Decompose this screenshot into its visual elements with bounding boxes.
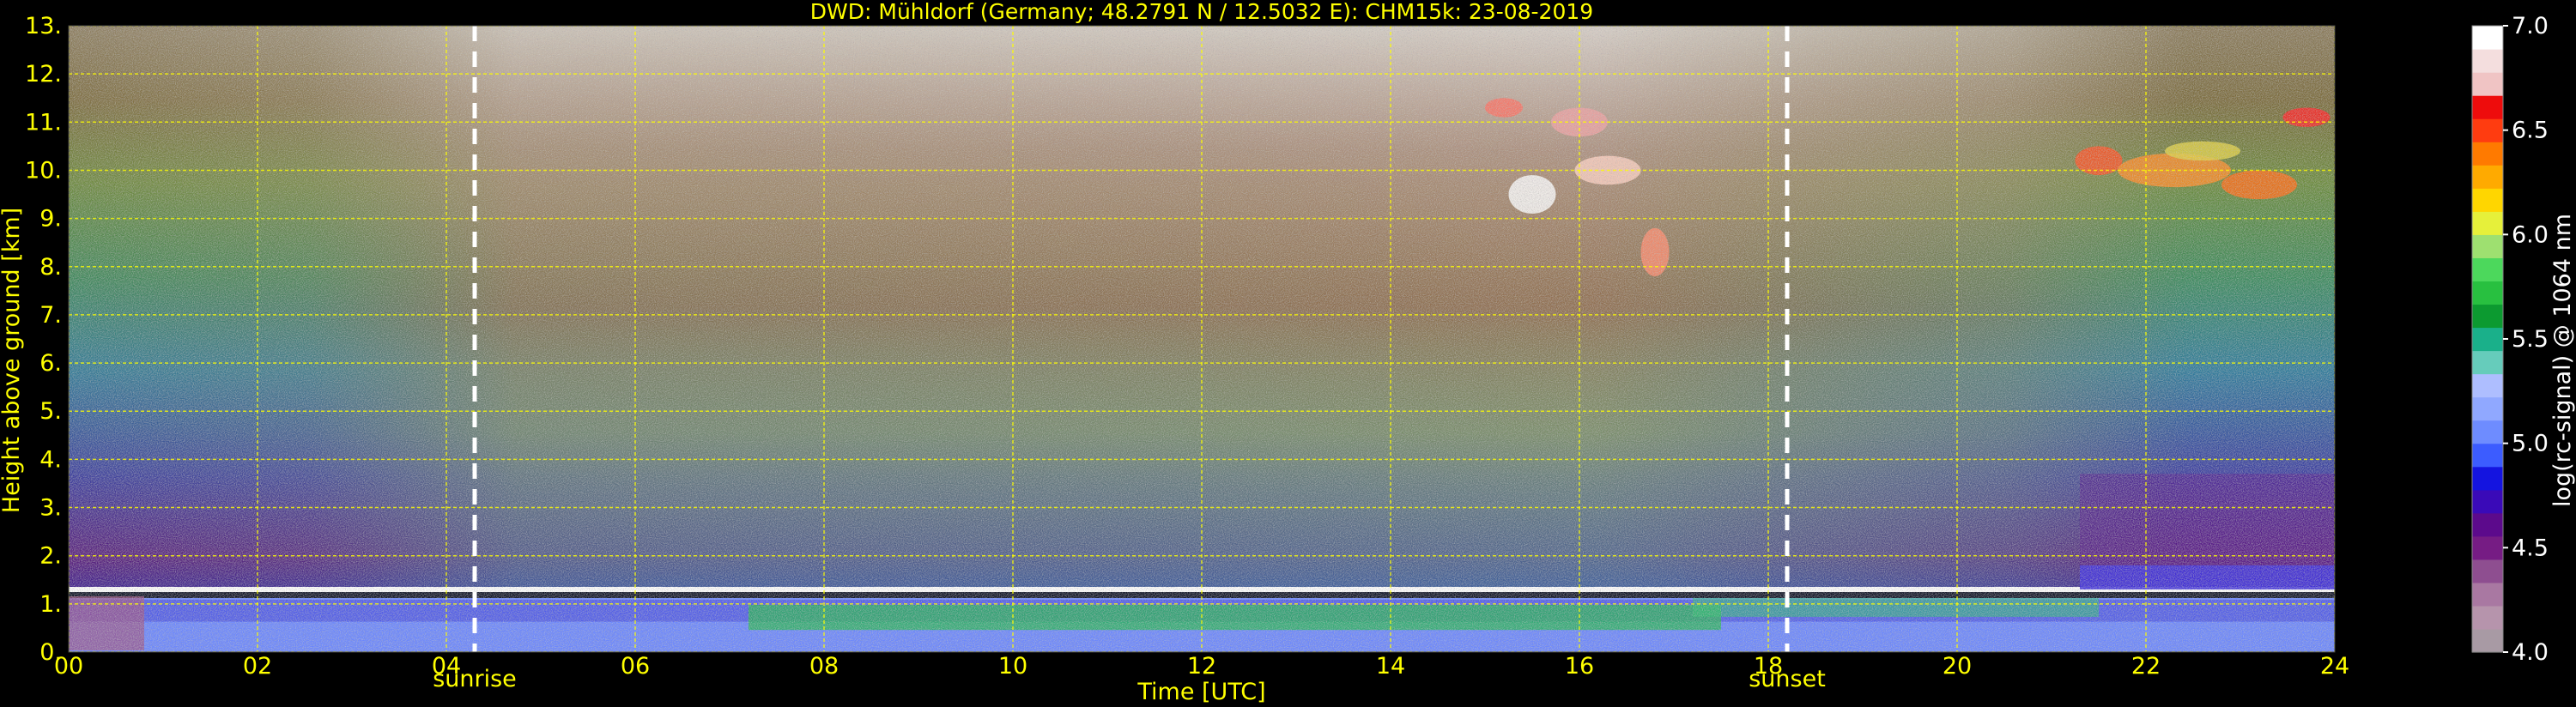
x-tick-label: 06 (621, 653, 650, 680)
y-tick-label: 1. (39, 591, 62, 618)
y-tick-label: 13. (25, 13, 62, 39)
colorbar-segment (2472, 350, 2503, 375)
y-tick-labels: 0. 1. 2. 3. 4. 5. 6. 7. 8. 9. 10. 11. 12. 13. (25, 13, 62, 666)
colorbar-segment (2472, 327, 2503, 352)
colorbar-tick-label: 5.0 (2512, 431, 2549, 457)
colorbar-segment (2472, 559, 2503, 583)
chart-title: DWD: Mühldorf (Germany; 48.2791 N / 12.5… (810, 0, 1593, 24)
colorbar-tick-label: 7.0 (2512, 13, 2549, 39)
y-tick-label: 0. (39, 639, 62, 666)
lidar-figure: 00 02 04 06 08 10 12 14 16 18 20 22 24 0.1.2.3.4.5.6… (0, 0, 2576, 705)
y-tick-label: 4. (39, 446, 62, 473)
colorbar-segment (2472, 628, 2503, 653)
colorbar-segment (2472, 420, 2503, 444)
colorbar-tick-label: 4.5 (2512, 535, 2549, 561)
y-tick-label: 7. (39, 302, 62, 329)
colorbar-segment (2472, 49, 2503, 73)
colorbar-tick-label: 4.0 (2512, 639, 2549, 666)
colorbar-tick-label: 6.5 (2512, 118, 2549, 144)
colorbar-segment (2472, 582, 2503, 607)
y-tick-label: 3. (39, 495, 62, 522)
colorbar-label: log(rc-signal) @ 1064 nm (2549, 214, 2576, 507)
y-tick-label: 12. (25, 61, 62, 88)
colorbar-segment (2472, 512, 2503, 537)
event-label-sunrise: sunrise (433, 666, 517, 692)
colorbar-segment (2472, 466, 2503, 491)
colorbar-segment (2472, 281, 2503, 305)
y-tick-label: 8. (39, 254, 62, 281)
x-tick-label: 12 (1187, 653, 1216, 680)
colorbar-segment (2472, 304, 2503, 329)
colorbar-segment (2472, 26, 2503, 50)
y-tick-label: 11. (25, 109, 62, 136)
plot-area (69, 26, 2335, 652)
x-tick-label: 20 (1943, 653, 1972, 680)
y-axis-label: Height above ground [km] (0, 208, 25, 513)
y-tick-label: 5. (39, 398, 62, 425)
colorbar-segment (2472, 72, 2503, 96)
x-tick-label: 16 (1565, 653, 1594, 680)
colorbar-segment (2472, 443, 2503, 468)
colorbar-tick-label: 6.0 (2512, 221, 2549, 248)
x-tick-label: 10 (998, 653, 1027, 680)
colorbar-segment (2472, 188, 2503, 212)
colorbar-segment (2472, 165, 2503, 189)
x-axis-label: Time [UTC] (1136, 679, 1265, 705)
colorbar-segment (2472, 605, 2503, 630)
colorbar-tick-labels: 4.0 4.5 5.0 5.5 6.0 6.5 7.0 (2503, 13, 2549, 666)
colorbar-segment (2472, 211, 2503, 235)
x-tick-label: 08 (809, 653, 839, 680)
x-tick-label: 02 (243, 653, 272, 680)
colorbar-segment (2472, 489, 2503, 514)
x-tick-label: 22 (2131, 653, 2161, 680)
y-tick-label: 10. (25, 157, 62, 184)
x-tick-label: 24 (2320, 653, 2349, 680)
colorbar-segment (2472, 234, 2503, 258)
colorbar-segment (2472, 373, 2503, 398)
y-tick-label: 2. (39, 543, 62, 570)
y-tick-label: 6. (39, 350, 62, 377)
colorbar-tick-label: 5.5 (2512, 326, 2549, 353)
y-tick-label: 9. (39, 206, 62, 233)
colorbar-segment (2472, 396, 2503, 421)
colorbar-segment (2472, 535, 2503, 560)
colorbar-segment (2472, 95, 2503, 119)
colorbar-segment (2472, 118, 2503, 142)
colorbar-segment (2472, 142, 2503, 166)
colorbar (2471, 25, 2504, 653)
colorbar-segment (2472, 257, 2503, 282)
x-tick-label: 14 (1376, 653, 1405, 680)
x-tick-labels: 00 02 04 06 08 10 12 14 16 18 20 22 24 (54, 653, 2349, 680)
event-label-sunset: sunset (1749, 666, 1826, 692)
